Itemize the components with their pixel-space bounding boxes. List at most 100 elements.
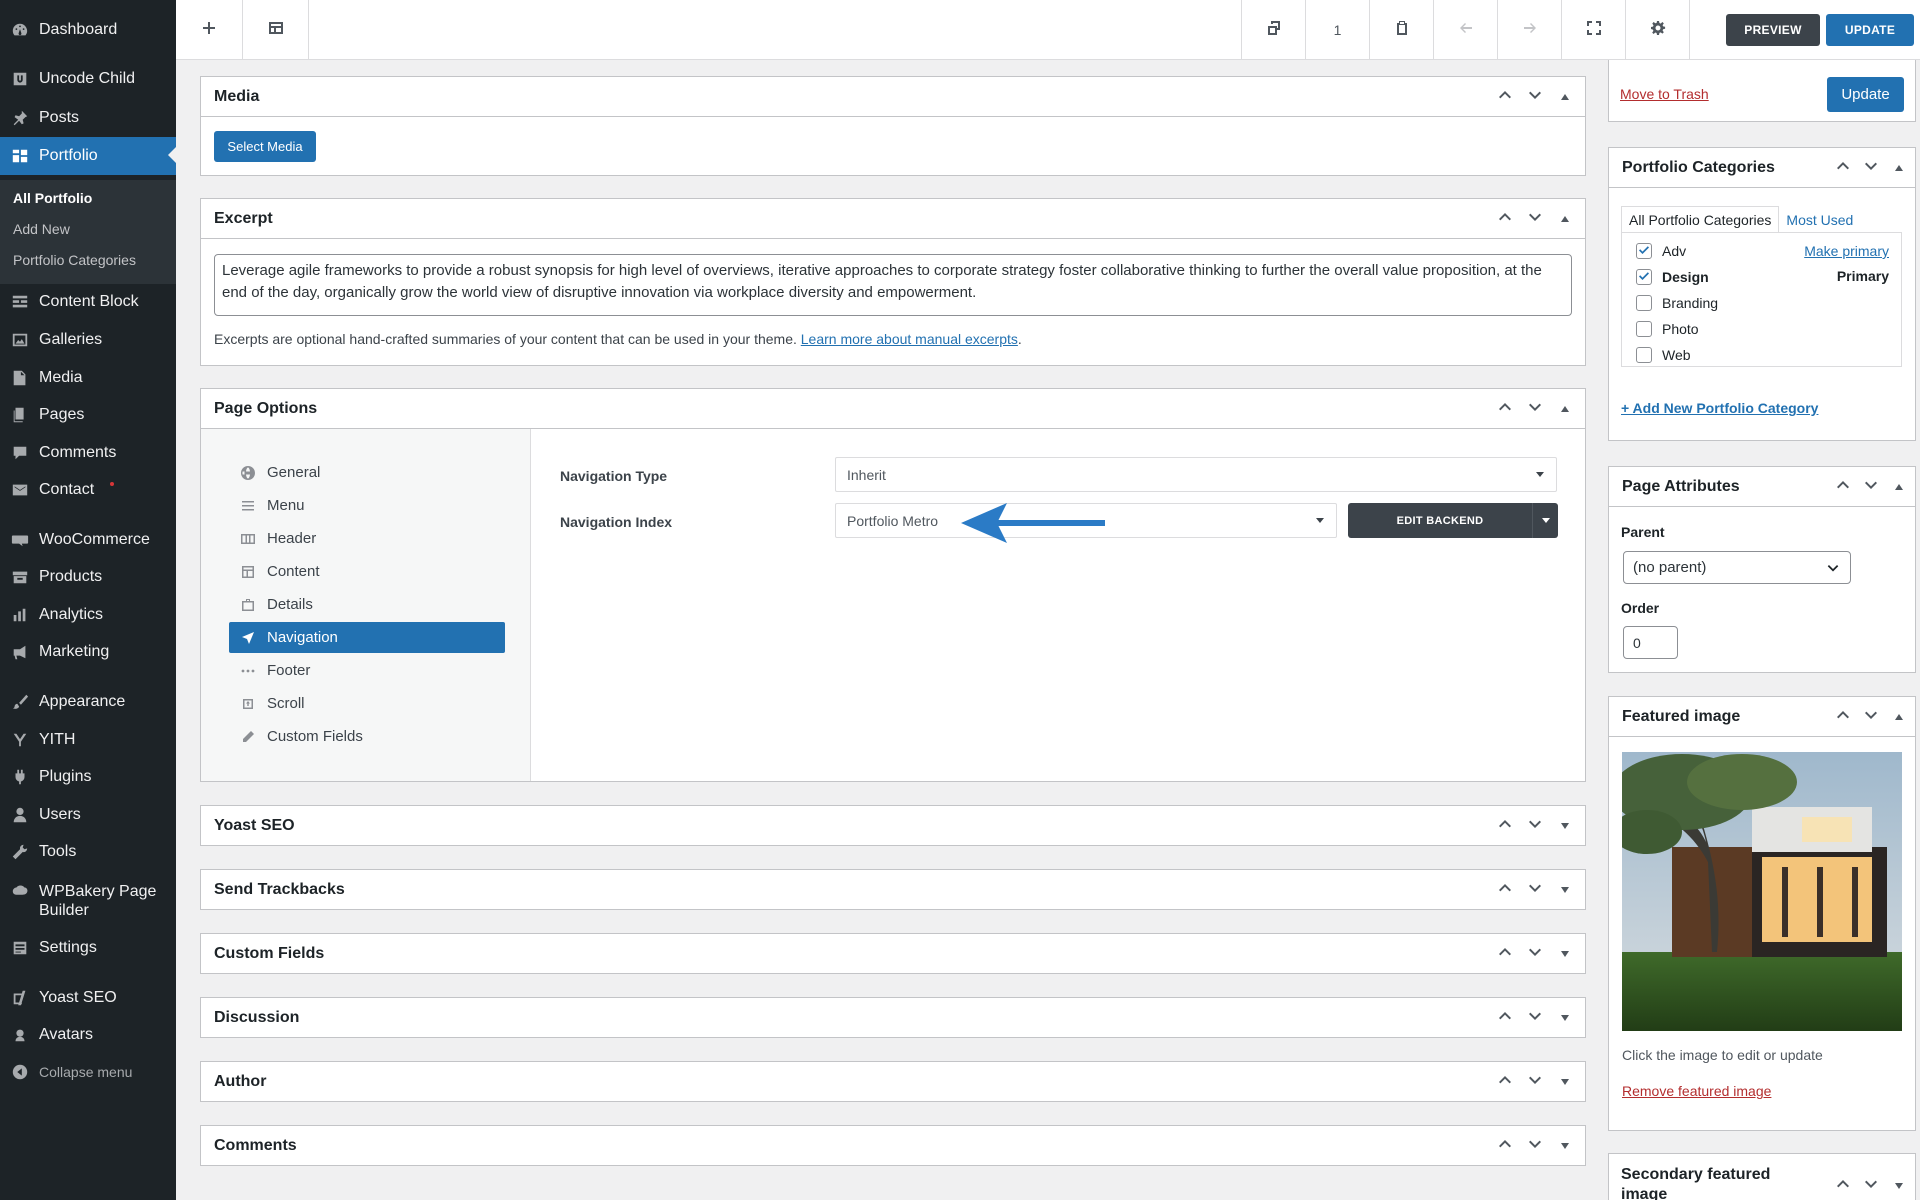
sidebar-item-products[interactable]: Products [0,559,176,595]
add-new-category-link[interactable]: + Add New Portfolio Category [1621,400,1818,416]
sidebar-item-marketing[interactable]: Marketing [0,634,176,670]
select-media-button[interactable]: Select Media [214,131,316,162]
toggle-panel-button[interactable] [1887,156,1911,180]
preview-button[interactable]: PREVIEW [1726,14,1820,46]
submenu-all-portfolio[interactable]: All Portfolio [13,190,92,206]
move-up-button[interactable] [1831,705,1855,729]
edit-backend-dropdown[interactable] [1532,503,1558,538]
move-down-button[interactable] [1523,1006,1547,1030]
move-up-button[interactable] [1493,878,1517,902]
toggle-panel-button[interactable] [1553,814,1577,838]
update-button[interactable]: Update [1827,77,1904,112]
submenu-portfolio-categories[interactable]: Portfolio Categories [13,252,136,268]
sidebar-item-tools[interactable]: Tools [0,834,176,870]
toggle-panel-button[interactable] [1887,705,1911,729]
move-down-button[interactable] [1523,85,1547,109]
templates-button[interactable] [242,0,308,60]
sidebar-item-dashboard[interactable]: Dashboard [0,12,176,48]
move-up-button[interactable] [1831,156,1855,180]
move-up-button[interactable] [1493,1006,1517,1030]
move-up-button[interactable] [1493,1070,1517,1094]
sidebar-item-pages[interactable]: Pages [0,397,176,433]
move-down-button[interactable] [1523,878,1547,902]
po-nav-menu[interactable]: Menu [229,490,505,521]
toggle-panel-button[interactable] [1553,878,1577,902]
toggle-panel-button[interactable] [1887,1174,1911,1198]
learn-more-excerpts-link[interactable]: Learn more about manual excerpts [801,331,1018,347]
move-down-button[interactable] [1859,475,1883,499]
move-down-button[interactable] [1523,397,1547,421]
sidebar-item-uncode-child[interactable]: Uncode Child [0,61,176,97]
sidebar-item-galleries[interactable]: Galleries [0,322,176,358]
po-nav-navigation[interactable]: Navigation [229,622,505,653]
sidebar-item-yoast-seo[interactable]: Yoast SEO [0,980,176,1016]
toggle-panel-button[interactable] [1553,1134,1577,1158]
edit-backend-button[interactable]: EDIT BACKEND [1348,503,1558,538]
move-down-button[interactable] [1523,1134,1547,1158]
move-up-button[interactable] [1493,397,1517,421]
toggle-panel-button[interactable] [1553,1006,1577,1030]
postbox-header[interactable]: Comments [201,1126,1585,1166]
move-up-button[interactable] [1493,207,1517,231]
remove-featured-image-link[interactable]: Remove featured image [1622,1083,1771,1099]
postbox-header[interactable]: Discussion [201,998,1585,1038]
sidebar-item-yith[interactable]: YITH [0,722,176,758]
toggle-panel-button[interactable] [1553,397,1577,421]
redo-button[interactable] [1497,0,1561,60]
po-nav-general[interactable]: General [229,457,505,488]
toggle-panel-button[interactable] [1553,1070,1577,1094]
toggle-panel-button[interactable] [1553,207,1577,231]
category-checkbox[interactable] [1636,295,1652,311]
move-up-button[interactable] [1493,814,1517,838]
move-down-button[interactable] [1523,207,1547,231]
move-up-button[interactable] [1493,1134,1517,1158]
move-down-button[interactable] [1859,156,1883,180]
order-input[interactable] [1623,626,1678,659]
settings-button[interactable] [1625,0,1689,60]
move-up-button[interactable] [1493,85,1517,109]
sidebar-item-woocommerce[interactable]: WooCommerce [0,522,176,558]
undo-button[interactable] [1433,0,1497,60]
move-to-trash-link[interactable]: Move to Trash [1620,86,1709,102]
po-nav-scroll[interactable]: Scroll [229,688,505,719]
sidebar-item-content-block[interactable]: Content Block [0,284,176,320]
move-down-button[interactable] [1523,1070,1547,1094]
update-top-button[interactable]: UPDATE [1826,14,1914,46]
navigation-type-select[interactable]: Inherit [835,457,1557,492]
category-checkbox[interactable] [1636,269,1652,285]
po-nav-details[interactable]: Details [229,589,505,620]
move-down-button[interactable] [1859,1174,1883,1198]
sidebar-item-users[interactable]: Users [0,797,176,833]
postbox-header[interactable]: Author [201,1062,1585,1102]
po-nav-content[interactable]: Content [229,556,505,587]
postbox-header[interactable]: Yoast SEO [201,806,1585,846]
move-up-button[interactable] [1831,1174,1855,1198]
move-down-button[interactable] [1859,705,1883,729]
move-up-button[interactable] [1831,475,1855,499]
sidebar-item-analytics[interactable]: Analytics [0,597,176,633]
po-nav-custom-fields[interactable]: Custom Fields [229,721,505,752]
make-primary-link[interactable]: Make primary [1804,243,1889,259]
page-counter[interactable]: 1 [1305,0,1369,60]
postbox-header[interactable]: Send Trackbacks [201,870,1585,910]
toggle-panel-button[interactable] [1553,942,1577,966]
fullscreen-button[interactable] [1561,0,1625,60]
toggle-panel-button[interactable] [1553,85,1577,109]
po-nav-header[interactable]: Header [229,523,505,554]
move-up-button[interactable] [1493,942,1517,966]
sidebar-item-portfolio[interactable]: Portfolio [0,137,176,175]
postbox-header[interactable]: Custom Fields [201,934,1585,974]
parent-select[interactable]: (no parent) [1623,551,1851,584]
clipboard-button[interactable] [1369,0,1433,60]
featured-image-thumbnail[interactable] [1622,752,1902,1031]
sidebar-item-plugins[interactable]: Plugins [0,759,176,795]
sidebar-item-wpbakery[interactable]: WPBakery Page Builder [0,876,176,924]
category-checkbox[interactable] [1636,243,1652,259]
sidebar-item-settings[interactable]: Settings [0,930,176,966]
toggle-panel-button[interactable] [1887,475,1911,499]
add-element-button[interactable] [176,0,242,60]
sidebar-item-appearance[interactable]: Appearance [0,684,176,720]
po-nav-footer[interactable]: Footer [229,655,505,686]
sidebar-item-media[interactable]: Media [0,360,176,396]
excerpt-textarea[interactable]: Leverage agile frameworks to provide a r… [214,254,1572,316]
